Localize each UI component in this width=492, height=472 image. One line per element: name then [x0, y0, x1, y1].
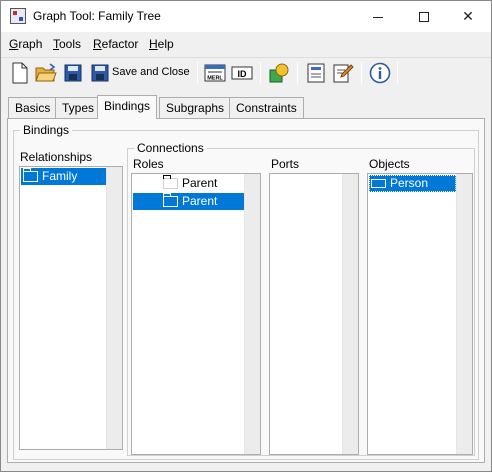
form-button[interactable]	[304, 61, 328, 85]
open-button[interactable]	[34, 61, 58, 85]
objects-label: Objects	[369, 157, 410, 171]
edit-button[interactable]	[331, 61, 355, 85]
graph-tool-window: Graph Tool: Family Tree ✕ Graph Tools Re…	[0, 0, 492, 472]
save-and-close-icon	[91, 64, 109, 82]
ports-list[interactable]	[269, 173, 359, 455]
maximize-button[interactable]	[401, 1, 447, 32]
new-document-icon	[12, 62, 28, 84]
toolbar-separator	[361, 62, 362, 84]
folder-icon	[163, 193, 178, 208]
form-icon	[307, 63, 325, 83]
info-button[interactable]	[368, 61, 392, 85]
connections-group-title: Connections	[134, 141, 207, 155]
menu-help[interactable]: Help	[149, 37, 174, 51]
save-disk-icon	[64, 64, 82, 82]
tab-subgraphs[interactable]: Subgraphs	[159, 97, 232, 119]
list-item-role-parent-selected[interactable]: Parent	[133, 193, 244, 210]
menu-graph[interactable]: Graph	[9, 37, 42, 51]
id-icon: ID	[231, 66, 253, 80]
close-icon: ✕	[462, 8, 474, 24]
folder-icon	[23, 168, 38, 183]
new-document-button[interactable]	[8, 61, 32, 85]
toolbar-separator	[397, 62, 398, 84]
folder-icon	[163, 175, 178, 190]
symbol-button[interactable]	[267, 61, 291, 85]
title-bar[interactable]: Graph Tool: Family Tree ✕	[1, 1, 491, 32]
id-button[interactable]: ID	[230, 61, 254, 85]
objects-scrollbar[interactable]	[456, 174, 472, 454]
list-item-family[interactable]: Family	[21, 168, 107, 185]
graph-tool-app-icon	[10, 8, 26, 24]
menu-bar: Graph Tools Refactor Help	[1, 34, 491, 56]
list-item-role-parent[interactable]: Parent	[133, 175, 244, 192]
bindings-group: Bindings Relationships Family Connection…	[13, 123, 479, 460]
menu-tools[interactable]: Tools	[53, 37, 81, 51]
bindings-tab-panel: Bindings Relationships Family Connection…	[7, 118, 485, 463]
minimize-button[interactable]	[355, 1, 401, 32]
merl-icon: MERL	[204, 64, 226, 82]
relationships-scrollbar[interactable]	[106, 167, 122, 449]
toolbar: Save and Close MERL ID	[1, 57, 491, 87]
ports-label: Ports	[271, 157, 300, 171]
relationships-label: Relationships	[20, 150, 93, 164]
svg-text:ID: ID	[238, 69, 248, 79]
toolbar-separator	[260, 62, 261, 84]
objects-list[interactable]: Person	[367, 173, 473, 455]
toolbar-separator	[297, 62, 298, 84]
symbol-shapes-icon	[269, 63, 289, 83]
bindings-group-title: Bindings	[20, 123, 73, 137]
menu-refactor[interactable]: Refactor	[93, 37, 138, 51]
roles-list[interactable]: Parent Parent	[131, 173, 261, 455]
save-and-close-icon-button[interactable]	[88, 61, 112, 85]
object-icon	[371, 179, 386, 189]
save-button[interactable]	[61, 61, 85, 85]
info-icon	[369, 62, 391, 84]
minimize-icon	[373, 16, 383, 18]
tab-types[interactable]: Types	[55, 97, 102, 119]
close-button[interactable]: ✕	[445, 1, 491, 32]
list-item-person[interactable]: Person	[369, 175, 456, 192]
open-folder-icon	[35, 63, 57, 82]
merl-button[interactable]: MERL	[203, 61, 227, 85]
ports-scrollbar[interactable]	[342, 174, 358, 454]
tab-strip: Basics Types Bindings Subgraphs Constrai…	[1, 95, 491, 119]
roles-label: Roles	[133, 157, 164, 171]
tab-basics[interactable]: Basics	[8, 97, 58, 119]
svg-text:MERL: MERL	[207, 76, 223, 82]
toolbar-separator	[197, 62, 198, 84]
save-and-close-button[interactable]: Save and Close	[112, 66, 190, 78]
maximize-icon	[419, 12, 429, 23]
relationships-list[interactable]: Family	[19, 166, 123, 450]
tab-bindings[interactable]: Bindings	[97, 95, 158, 119]
roles-scrollbar[interactable]	[244, 174, 260, 454]
window-title: Graph Tool: Family Tree	[33, 9, 161, 23]
tab-constraints[interactable]: Constraints	[229, 97, 304, 119]
edit-pencil-icon	[333, 64, 354, 83]
connections-group: Connections Roles Parent Parent Ports Ob…	[127, 141, 475, 456]
